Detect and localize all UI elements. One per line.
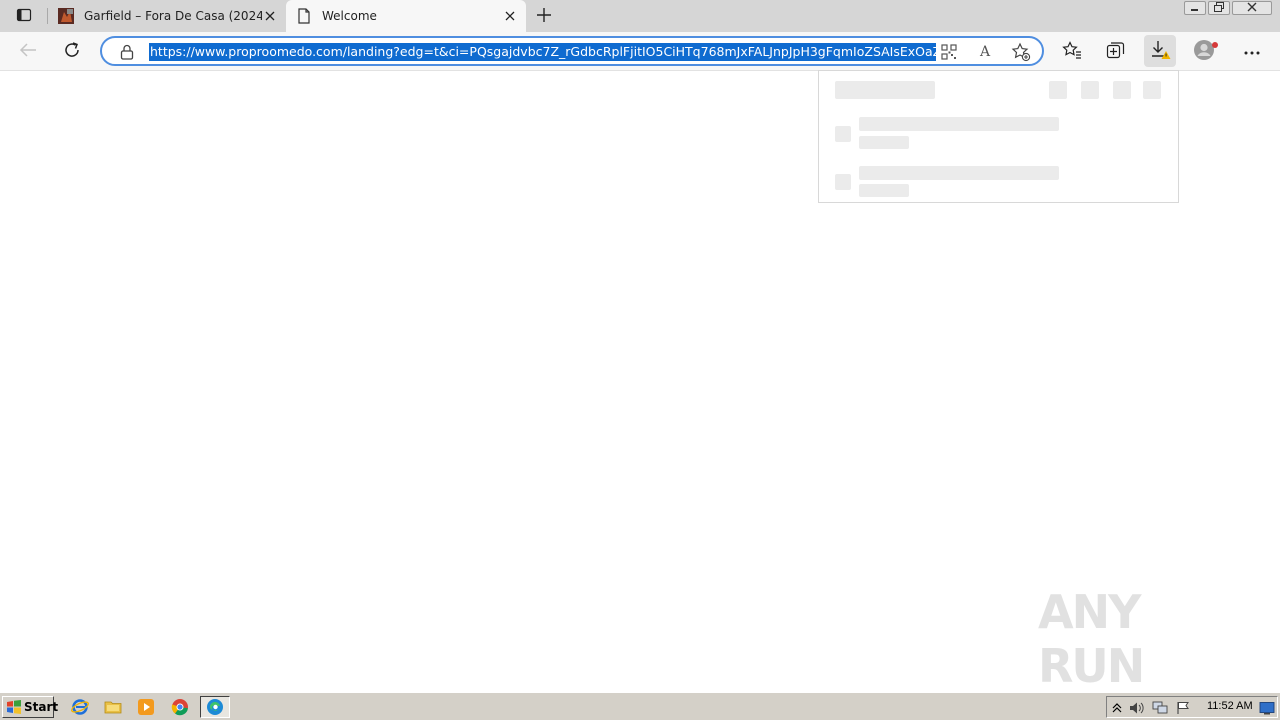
network-icon[interactable] — [1152, 700, 1168, 716]
close-tab-icon[interactable] — [502, 8, 518, 24]
minimize-button[interactable] — [1184, 1, 1206, 15]
downloads-title-placeholder — [835, 81, 935, 99]
profile-button[interactable] — [1190, 35, 1222, 67]
collections-icon — [1106, 41, 1126, 62]
favorites-button[interactable] — [1056, 35, 1088, 67]
more-icon — [1244, 44, 1260, 58]
tab-welcome[interactable]: Welcome — [286, 0, 526, 32]
close-icon — [1247, 1, 1257, 15]
action-center-flag-icon[interactable] — [1175, 700, 1191, 716]
refresh-button[interactable] — [56, 35, 88, 67]
tab-garfield[interactable]: Garfield – Fora De Casa (2024) HD — [48, 0, 286, 32]
volume-icon[interactable] — [1129, 700, 1145, 716]
tab-actions-icon — [16, 7, 32, 26]
open-folder-placeholder-icon[interactable] — [1049, 81, 1067, 99]
close-window-button[interactable] — [1232, 1, 1272, 15]
new-tab-button[interactable] — [532, 4, 556, 28]
add-favorite-icon[interactable] — [1010, 41, 1032, 63]
back-button[interactable] — [12, 35, 44, 67]
url-text[interactable]: https://www.proproomedo.com/landing?edg=… — [149, 43, 936, 61]
minimize-icon — [1190, 1, 1200, 15]
tab-title: Garfield – Fora De Casa (2024) HD — [84, 9, 262, 23]
movie-poster-icon — [58, 8, 74, 24]
taskbar: Start 11:52 AM — [0, 692, 1280, 720]
browser-toolbar: https://www.proproomedo.com/landing?edg=… — [0, 32, 1280, 71]
tab-title: Welcome — [322, 9, 377, 23]
anyrun-watermark: ANY RUN — [1038, 585, 1145, 693]
browser-title-bar: Garfield – Fora De Casa (2024) HD Welcom… — [0, 0, 1280, 32]
downloads-icon — [1149, 40, 1171, 63]
restore-icon — [1213, 1, 1225, 15]
chrome-icon[interactable] — [169, 696, 191, 718]
back-icon — [19, 42, 37, 61]
address-bar[interactable]: https://www.proproomedo.com/landing?edg=… — [100, 36, 1044, 66]
qr-code-icon[interactable] — [938, 41, 960, 63]
start-label: Start — [24, 700, 59, 714]
windows-logo-icon — [6, 700, 22, 714]
read-aloud-label: A — [979, 44, 991, 60]
page-icon — [296, 8, 312, 24]
internet-explorer-icon[interactable] — [69, 696, 91, 718]
download-item-name-placeholder — [859, 166, 1059, 180]
restore-button[interactable] — [1208, 1, 1230, 15]
profile-icon — [1193, 39, 1219, 64]
downloads-panel — [818, 70, 1179, 203]
plus-icon — [537, 7, 551, 25]
edge-icon[interactable] — [200, 696, 230, 718]
refresh-icon — [63, 41, 81, 62]
collections-button[interactable] — [1100, 35, 1132, 67]
download-item-placeholder-icon — [835, 126, 851, 142]
download-item-status-placeholder — [859, 184, 909, 197]
read-aloud-icon[interactable]: A — [974, 41, 996, 63]
more-options-placeholder-icon[interactable] — [1113, 81, 1131, 99]
lock-icon[interactable] — [120, 44, 134, 60]
more-button[interactable] — [1236, 35, 1268, 67]
show-hidden-icons-icon[interactable] — [1109, 700, 1125, 716]
folder-icon[interactable] — [102, 696, 124, 718]
downloads-button[interactable] — [1144, 35, 1176, 67]
system-tray: 11:52 AM — [1106, 696, 1278, 718]
start-button[interactable]: Start — [2, 696, 58, 718]
clock[interactable]: 11:52 AM — [1207, 700, 1253, 712]
download-item-name-placeholder — [859, 117, 1059, 131]
favorites-icon — [1062, 40, 1082, 62]
close-tab-icon[interactable] — [262, 8, 278, 24]
search-placeholder-icon[interactable] — [1081, 81, 1099, 99]
media-player-icon[interactable] — [135, 696, 157, 718]
download-item-placeholder-icon — [835, 174, 851, 190]
show-desktop-icon[interactable] — [1259, 700, 1275, 716]
download-item-status-placeholder — [859, 136, 909, 149]
tab-actions-button[interactable] — [8, 4, 40, 28]
pin-placeholder-icon[interactable] — [1143, 81, 1161, 99]
